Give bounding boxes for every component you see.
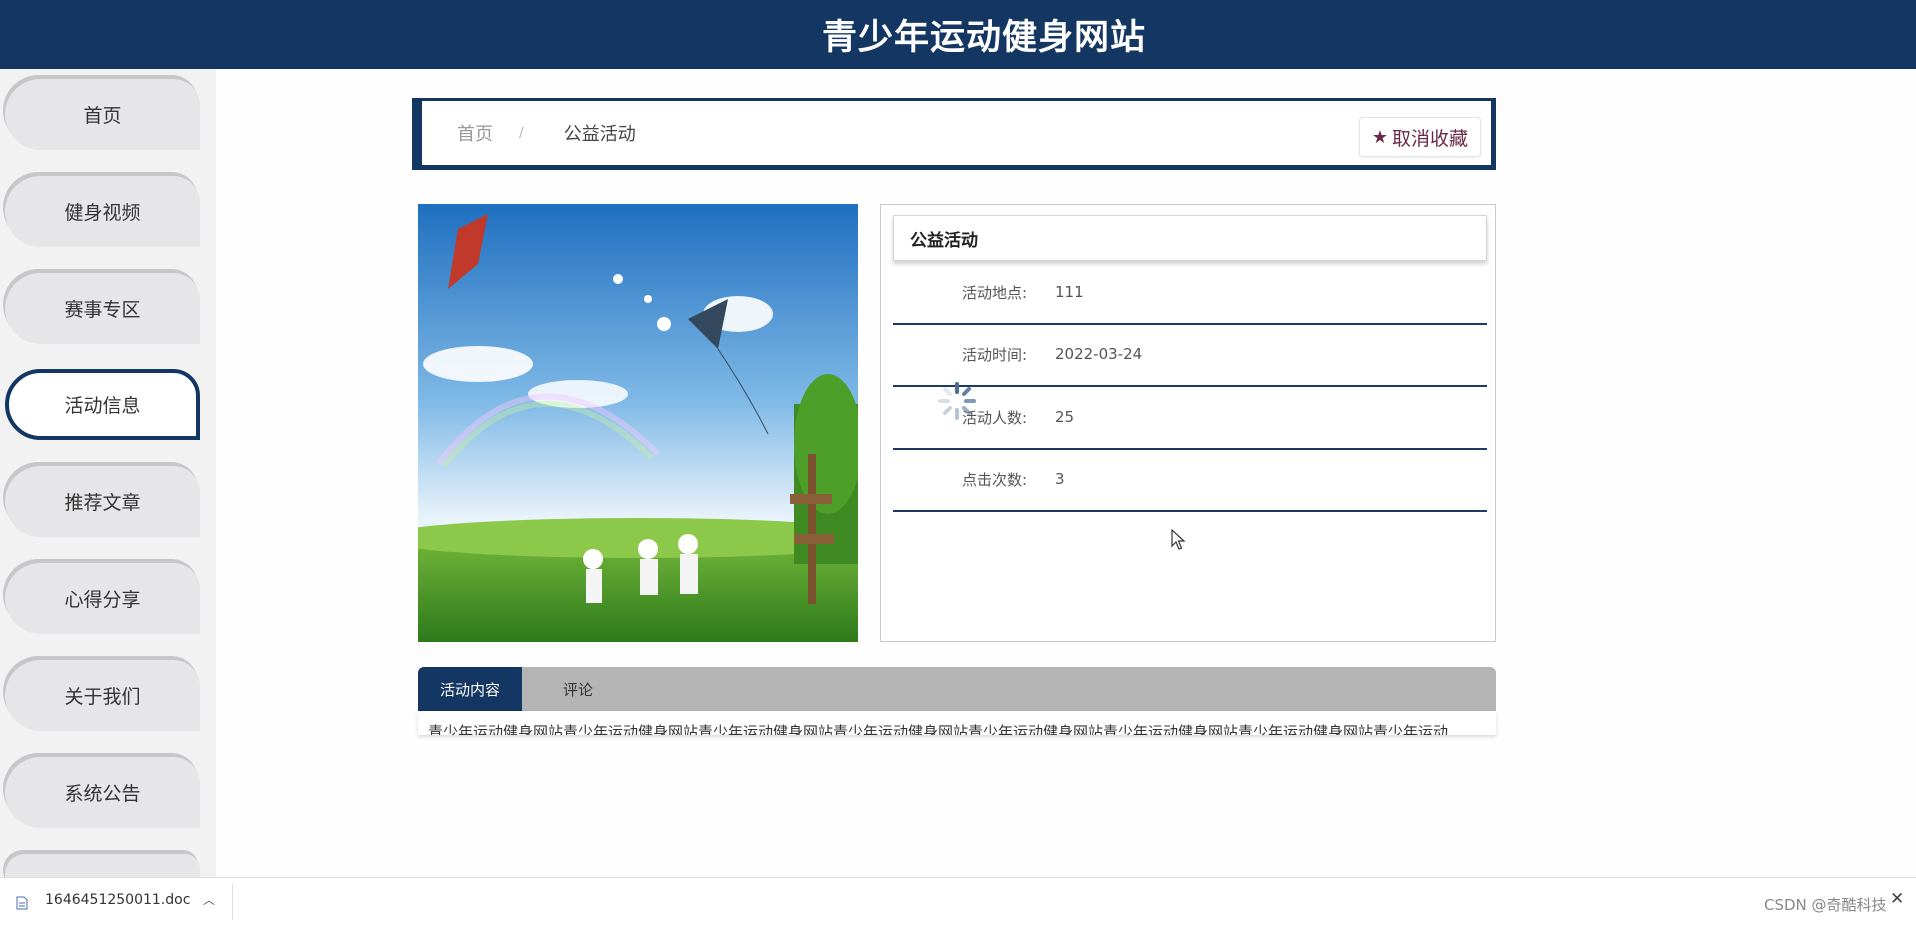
breadcrumb-home-link[interactable]: 首页	[457, 120, 493, 146]
star-icon: ★	[1371, 126, 1388, 148]
location-label: 活动地点:	[961, 283, 1027, 302]
tab-comments[interactable]: 评论	[522, 667, 634, 711]
sidebar-item-events[interactable]: 赛事专区	[5, 273, 200, 344]
sidebar-item-fitness-videos[interactable]: 健身视频	[5, 176, 200, 247]
sidebar-item-about[interactable]: 关于我们	[5, 660, 200, 731]
time-value: 2022-03-24	[1055, 345, 1143, 363]
clicks-label: 点击次数:	[961, 470, 1027, 489]
sidebar-item-articles[interactable]: 推荐文章	[5, 466, 200, 537]
location-value: 111	[1055, 283, 1084, 301]
loading-spinner-icon	[936, 380, 978, 422]
document-icon	[16, 895, 28, 910]
site-title: 青少年运动健身网站	[821, 18, 1146, 58]
activity-content-panel: 青少年运动健身网站青少年运动健身网站青少年运动健身网站青少年运动健身网站青少年运…	[418, 711, 1496, 735]
info-row-time: 活动时间: 2022-03-24	[893, 323, 1487, 387]
site-header: 青少年运动健身网站	[0, 0, 1916, 69]
close-icon[interactable]: ✕	[1890, 889, 1904, 909]
tabs-bar: 活动内容 评论	[418, 667, 1496, 711]
activity-photo	[418, 204, 858, 642]
download-file-name[interactable]: 1646451250011.doc	[45, 892, 190, 908]
sidebar-item-experience[interactable]: 心得分享	[5, 563, 200, 634]
activity-content-text: 青少年运动健身网站青少年运动健身网站青少年运动健身网站青少年运动健身网站青少年运…	[428, 723, 1449, 735]
sidebar-item-activities[interactable]: 活动信息	[5, 369, 200, 440]
activity-title: 公益活动	[893, 215, 1487, 261]
clicks-value: 3	[1055, 470, 1065, 488]
breadcrumb: 首页 / 公益活动 ★ 取消收藏	[412, 98, 1496, 170]
tab-activity-content[interactable]: 活动内容	[418, 667, 522, 711]
info-row-participants: 活动人数: 25	[893, 386, 1487, 450]
sidebar-item-announcements[interactable]: 系统公告	[5, 757, 200, 828]
time-label: 活动时间:	[961, 345, 1027, 364]
unfavorite-button[interactable]: ★ 取消收藏	[1358, 117, 1481, 157]
info-row-location: 活动地点: 111	[893, 261, 1487, 325]
divider	[232, 884, 233, 920]
activity-info-card: 公益活动 活动地点: 111 活动时间: 2022-03-24 活动人数: 25…	[880, 204, 1496, 642]
chevron-up-icon[interactable]: ︿	[203, 891, 215, 908]
breadcrumb-current: 公益活动	[563, 124, 636, 145]
participants-value: 25	[1055, 408, 1075, 426]
sidebar: 首页 健身视频 赛事专区 活动信息 推荐文章 心得分享 关于我们 系统公告	[0, 69, 216, 877]
watermark-text: CSDN @奇酷科技	[1764, 896, 1887, 914]
sidebar-item-more[interactable]	[5, 854, 200, 877]
download-bar: 1646451250011.doc ︿ CSDN @奇酷科技 ✕	[0, 877, 1916, 925]
info-row-clicks: 点击次数: 3	[893, 448, 1487, 512]
sidebar-item-home[interactable]: 首页	[5, 79, 200, 150]
mouse-cursor-icon	[1171, 528, 1187, 551]
breadcrumb-separator: /	[519, 125, 524, 141]
unfavorite-label: 取消收藏	[1391, 127, 1468, 150]
